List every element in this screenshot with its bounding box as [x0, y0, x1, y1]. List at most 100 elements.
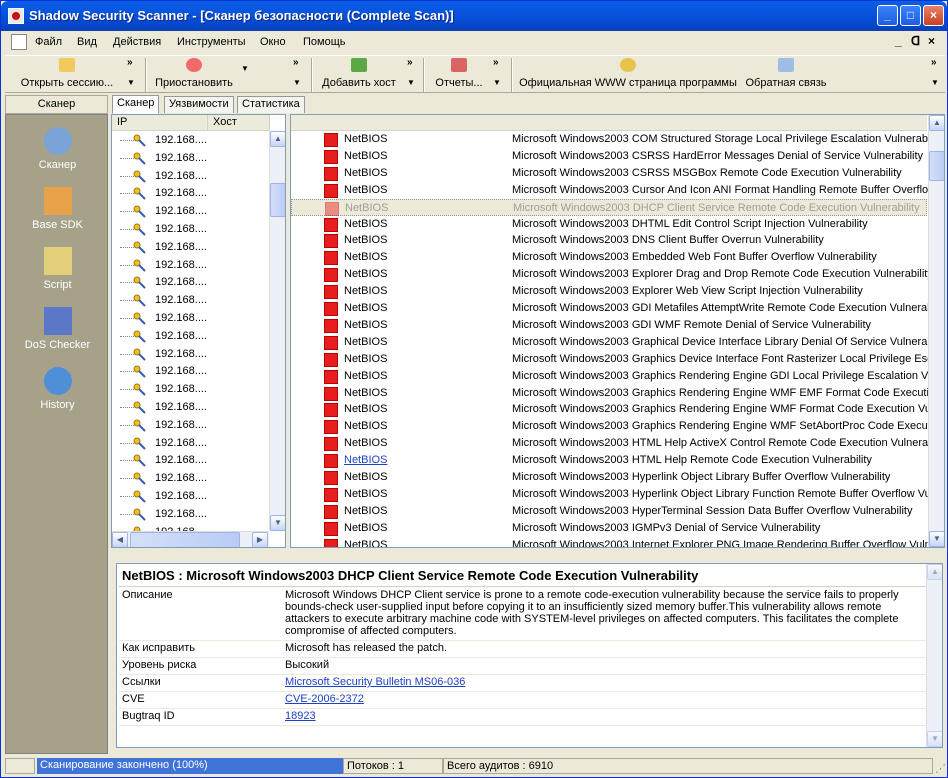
bulletin-link[interactable]: Microsoft Security Bulletin MS06-036	[285, 676, 925, 688]
sidebar-item-history[interactable]: History	[6, 367, 109, 411]
host-row[interactable]: 192.168....	[112, 185, 272, 203]
scroll-thumb[interactable]	[270, 183, 285, 217]
vulnerability-row[interactable]: NetBIOS Microsoft Windows2003 Internet Ex…	[291, 537, 944, 547]
host-row[interactable]: 192.168....	[112, 417, 272, 435]
vulnerability-row[interactable]: NetBIOS Microsoft Windows2003 HTML Help R…	[291, 452, 927, 469]
vulnerability-row[interactable]: NetBIOS Microsoft Windows2003 COM Structu…	[291, 131, 944, 148]
host-row[interactable]: 192.168....	[112, 506, 272, 524]
title-bar[interactable]: Shadow Security Scanner - [Сканер безопа…	[1, 1, 947, 31]
vulnerability-row[interactable]: NetBIOS Microsoft Windows2003 Graphics Re…	[291, 368, 944, 385]
mdi-minimize-icon[interactable]: _	[895, 34, 902, 48]
host-row[interactable]: 192.168....	[112, 452, 272, 470]
scroll-down-icon[interactable]: ▼	[927, 731, 942, 747]
scroll-thumb[interactable]	[130, 532, 240, 547]
vulnerability-row[interactable]: NetBIOS Microsoft Windows2003 Graphics Re…	[291, 401, 944, 418]
vulnerability-row[interactable]: NetBIOS Microsoft Windows2003 GDI WMF Rem…	[291, 317, 927, 334]
vulnerability-row[interactable]: NetBIOS Microsoft Windows2003 Graphical D…	[291, 334, 941, 351]
scroll-up-icon[interactable]: ▲	[929, 115, 944, 131]
vulnerability-row[interactable]: NetBIOS Microsoft Windows2003 CSRSS MSGBo…	[291, 165, 927, 182]
pause-button[interactable]: Приостановить	[151, 58, 237, 92]
host-row[interactable]: 192.168....	[112, 310, 272, 328]
reports-button[interactable]: Отчеты...	[429, 58, 489, 92]
vulnerability-row[interactable]: NetBIOS Microsoft Windows2003 Hyperlink O…	[291, 486, 944, 503]
tab-vulnerabilities[interactable]: Уязвимости	[164, 96, 234, 113]
vulnerability-list-vscroll[interactable]: ▲ ▼	[928, 115, 944, 547]
host-row[interactable]: 192.168....	[112, 168, 272, 186]
tab-scanner[interactable]: Сканер	[112, 95, 160, 114]
scroll-left-icon[interactable]: ◀	[112, 532, 128, 547]
host-row[interactable]: 192.168....	[112, 470, 272, 488]
dropdown-arrow-icon[interactable]: ▼	[127, 78, 135, 87]
host-row[interactable]: 192.168....	[112, 257, 272, 275]
host-row[interactable]: 192.168....	[112, 150, 272, 168]
chevron-icon[interactable]: »	[493, 57, 499, 68]
column-header-ip[interactable]: IP	[112, 115, 208, 131]
sidebar-item-script[interactable]: Script	[6, 247, 109, 291]
resize-grip-icon[interactable]: ⋰	[935, 762, 946, 775]
vulnerability-row[interactable]: NetBIOS Microsoft Windows2003 DNS Client …	[291, 232, 927, 249]
host-row[interactable]: 192.168....	[112, 203, 272, 221]
host-row[interactable]: 192.168....	[112, 274, 272, 292]
app-icon[interactable]	[8, 8, 24, 24]
dropdown-arrow-icon[interactable]: ▼	[407, 78, 415, 87]
vulnerability-row[interactable]: NetBIOS Microsoft Windows2003 Embedded We…	[291, 249, 927, 266]
mdi-restore-icon[interactable]: ᗡ	[911, 34, 920, 48]
host-row[interactable]: 192.168....	[112, 346, 272, 364]
chevron-icon[interactable]: »	[127, 57, 133, 68]
dropdown-arrow-icon[interactable]: ▼	[493, 78, 501, 87]
menu-tools[interactable]: Инструменты	[177, 36, 246, 48]
host-row[interactable]: 192.168....	[112, 328, 272, 346]
maximize-button[interactable]: □	[900, 5, 921, 26]
scroll-down-icon[interactable]: ▼	[270, 515, 285, 531]
vulnerability-row[interactable]: NetBIOS Microsoft Windows2003 Explorer We…	[291, 283, 927, 300]
minimize-button[interactable]: _	[877, 5, 898, 26]
service-name[interactable]: NetBIOS	[344, 454, 387, 466]
host-list-hscroll[interactable]: ◀ ▶	[112, 531, 269, 547]
vulnerability-row[interactable]: NetBIOS Microsoft Windows2003 Cursor And …	[291, 182, 944, 199]
vulnerability-row[interactable]: NetBIOS Microsoft Windows2003 Graphics Re…	[291, 385, 941, 402]
vulnerability-row[interactable]: NetBIOS Microsoft Windows2003 Graphics De…	[291, 351, 941, 368]
host-row[interactable]: 192.168....	[112, 292, 272, 310]
host-row[interactable]: 192.168....	[112, 363, 272, 381]
host-row[interactable]: 192.168....	[112, 435, 272, 453]
host-row[interactable]: 192.168....	[112, 488, 272, 506]
scroll-thumb[interactable]	[929, 151, 944, 181]
feedback-button[interactable]: Обратная связь	[743, 58, 829, 92]
menu-window[interactable]: Окно	[260, 36, 286, 48]
scroll-down-icon[interactable]: ▼	[929, 531, 944, 547]
details-vscroll[interactable]: ▲ ▼	[926, 564, 942, 747]
vulnerability-row[interactable]: NetBIOS Microsoft Windows2003 HTML Help A…	[291, 435, 942, 452]
vulnerability-row[interactable]: NetBIOS Microsoft Windows2003 GDI Metafil…	[291, 300, 944, 317]
vulnerability-row[interactable]: NetBIOS Microsoft Windows2003 CSRSS HardE…	[291, 148, 927, 165]
website-button[interactable]: Официальная WWW страница программы	[517, 58, 739, 92]
vulnerability-row[interactable]: NetBIOS Microsoft Windows2003 Hyperlink O…	[291, 469, 927, 486]
host-list-vscroll[interactable]: ▲ ▼	[269, 131, 285, 531]
scroll-up-icon[interactable]: ▲	[927, 564, 942, 580]
menu-help[interactable]: Помощь	[303, 36, 346, 48]
host-row[interactable]: 192.168....	[112, 381, 272, 399]
sidebar-item-base-sdk[interactable]: Base SDK	[6, 187, 109, 231]
vulnerability-row[interactable]: NetBIOS Microsoft Windows2003 HyperTermin…	[291, 503, 927, 520]
add-host-button[interactable]: Добавить хост	[319, 58, 399, 92]
host-row[interactable]: 192.168....	[112, 221, 272, 239]
vulnerability-row[interactable]: NetBIOS Microsoft Windows2003 Graphics Re…	[291, 418, 943, 435]
bugtraq-link[interactable]: 18923	[285, 710, 925, 722]
menu-actions[interactable]: Действия	[113, 36, 161, 48]
sidebar-item-scanner[interactable]: Сканер	[6, 127, 109, 171]
vulnerability-row[interactable]: NetBIOS Microsoft Windows2003 Explorer Dr…	[291, 266, 933, 283]
chevron-icon[interactable]: »	[931, 57, 937, 68]
dropdown-arrow-icon[interactable]: ▼	[931, 78, 939, 87]
dropdown-arrow-icon[interactable]: ▼	[241, 64, 249, 73]
menu-file[interactable]: Файл	[35, 36, 62, 48]
dropdown-arrow-icon[interactable]: ▼	[293, 78, 301, 87]
sidebar-item-dos-checker[interactable]: DoS Checker	[6, 307, 109, 351]
host-row[interactable]: 192.168....	[112, 132, 272, 150]
vulnerability-row[interactable]: NetBIOS Microsoft Windows2003 DHCP Client…	[291, 198, 927, 216]
close-button[interactable]: ×	[923, 5, 944, 26]
chevron-icon[interactable]: »	[407, 57, 413, 68]
host-row[interactable]: 192.168....	[112, 239, 272, 257]
document-icon[interactable]	[11, 34, 27, 50]
chevron-icon[interactable]: »	[293, 57, 299, 68]
scroll-up-icon[interactable]: ▲	[270, 131, 285, 147]
host-row[interactable]: 192.168....	[112, 399, 272, 417]
